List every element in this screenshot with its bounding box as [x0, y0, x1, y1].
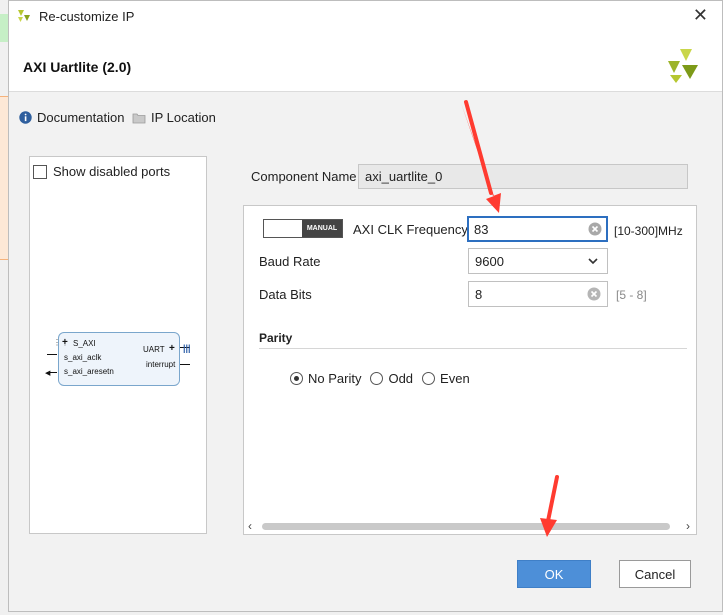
xilinx-brand-icon [666, 49, 700, 86]
title-bar: Re-customize IP ✕ [9, 1, 722, 31]
checkbox-box[interactable] [33, 164, 47, 179]
documentation-label: Documentation [37, 110, 125, 125]
uart-plus-icon: + [169, 343, 175, 354]
parity-divider [259, 348, 687, 349]
data-bits-input[interactable]: 8 [468, 281, 608, 307]
radio-even-label: Even [440, 371, 470, 386]
info-icon [19, 111, 32, 124]
axi-clk-frequency-value: 83 [474, 222, 489, 237]
baud-rate-select[interactable]: 9600 [468, 248, 608, 274]
scrollbar-thumb[interactable] [262, 523, 670, 530]
ip-block-symbol: ⋮⋮ + S_AXI s_axi_aclk s_axi_aresetn UART… [45, 332, 191, 386]
chevron-down-icon[interactable] [587, 255, 599, 270]
radio-no-parity[interactable]: No Parity [290, 371, 361, 386]
s-axi-plus-icon: + [62, 337, 68, 348]
radio-odd-circle[interactable] [370, 372, 384, 385]
dialog-header: AXI Uartlite (2.0) [9, 31, 722, 92]
clear-clk-icon[interactable] [588, 222, 602, 239]
parity-radio-group: No Parity Odd Even [290, 371, 479, 386]
cancel-button[interactable]: Cancel [619, 560, 691, 588]
links-bar: Documentation IP Location [9, 92, 722, 140]
ip-location-link[interactable]: IP Location [132, 110, 216, 125]
radio-even[interactable]: Even [422, 371, 470, 386]
vivado-logo-icon [17, 9, 31, 26]
scroll-right-icon[interactable]: › [686, 519, 690, 533]
data-bits-label: Data Bits [259, 287, 312, 302]
folder-icon [132, 112, 146, 124]
component-name-field[interactable]: axi_uartlite_0 [358, 164, 688, 189]
reset-arrow-icon: ◀ [45, 370, 51, 377]
scroll-left-icon[interactable]: ‹ [248, 519, 252, 533]
data-bits-value: 8 [475, 287, 483, 302]
interrupt-wire [180, 364, 190, 365]
radio-odd-label: Odd [388, 371, 414, 386]
clear-databits-icon[interactable] [587, 287, 601, 304]
manual-auto-toggle[interactable]: MANUAL [263, 219, 343, 238]
recustomize-ip-dialog: Re-customize IP ✕ AXI Uartlite (2.0) Doc… [8, 0, 723, 612]
uart-bus-icon: ||| [183, 343, 191, 353]
axi-clk-frequency-label: AXI CLK Frequency [353, 222, 468, 237]
close-icon[interactable]: ✕ [693, 5, 708, 26]
documentation-link[interactable]: Documentation [19, 110, 124, 125]
axi-clk-frequency-input[interactable]: 83 [467, 216, 608, 242]
radio-no-parity-circle[interactable] [290, 372, 303, 385]
radio-odd[interactable]: Odd [370, 371, 413, 386]
parity-heading: Parity [259, 331, 293, 345]
s-axi-aresetn-port: s_axi_aresetn [64, 367, 114, 376]
parameters-panel: MANUAL AXI CLK Frequency 83 [10-300]MHz … [243, 205, 697, 535]
show-disabled-ports-checkbox[interactable]: Show disabled ports [33, 164, 170, 179]
uart-port: UART [143, 345, 165, 354]
window-title: Re-customize IP [39, 9, 135, 24]
component-name-label: Component Name [251, 169, 357, 184]
aclk-wire [47, 354, 57, 355]
ok-button[interactable]: OK [517, 560, 591, 588]
background-strip-green [0, 14, 8, 42]
horizontal-scrollbar[interactable]: ‹ › [248, 519, 692, 533]
baud-rate-value: 9600 [475, 254, 504, 269]
s-axi-aclk-port: s_axi_aclk [64, 353, 102, 362]
radio-even-circle[interactable] [422, 372, 436, 385]
background-strip-orange [0, 96, 8, 260]
ip-title: AXI Uartlite (2.0) [23, 59, 132, 75]
s-axi-port: S_AXI [73, 339, 96, 348]
ip-location-label: IP Location [151, 110, 216, 125]
data-bits-range: [5 - 8] [616, 288, 647, 302]
axi-clk-frequency-range: [10-300]MHz [614, 224, 683, 238]
radio-no-parity-label: No Parity [308, 371, 362, 386]
baud-rate-label: Baud Rate [259, 254, 321, 269]
ip-symbol-panel: Show disabled ports ⋮⋮ + S_AXI s_axi_acl… [29, 156, 207, 534]
show-disabled-ports-label: Show disabled ports [53, 164, 171, 179]
interrupt-port: interrupt [146, 360, 176, 369]
toggle-manual-label: MANUAL [302, 220, 342, 237]
